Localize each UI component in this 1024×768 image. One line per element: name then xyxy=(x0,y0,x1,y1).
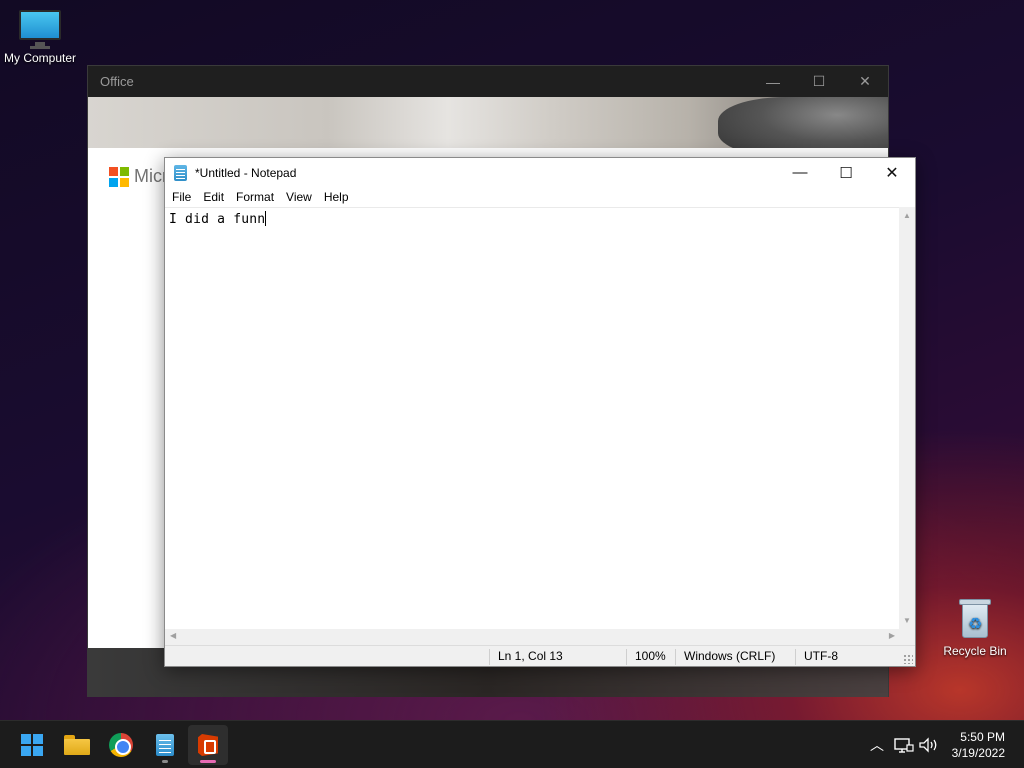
notepad-status-bar: Ln 1, Col 13 100% Windows (CRLF) UTF-8 xyxy=(165,645,915,666)
office-minimize-button[interactable]: — xyxy=(750,66,796,97)
system-clock[interactable]: 5:50 PM 3/19/2022 xyxy=(952,729,1005,761)
status-cursor-position: Ln 1, Col 13 xyxy=(489,649,563,665)
chevron-up-icon[interactable]: ︿ xyxy=(866,735,888,755)
running-indicator xyxy=(162,760,168,763)
menu-view[interactable]: View xyxy=(280,187,318,207)
status-zoom: 100% xyxy=(626,649,666,665)
scrollbar-corner xyxy=(899,629,915,645)
clock-time: 5:50 PM xyxy=(960,730,1005,744)
clock-date: 3/19/2022 xyxy=(951,746,1005,760)
notepad-window[interactable]: *Untitled - Notepad — ☐ ✕ File Edit Form… xyxy=(164,157,916,667)
notepad-menu-bar: File Edit Format View Help xyxy=(165,187,915,207)
office-window-title: Office xyxy=(100,74,134,89)
vertical-scrollbar[interactable]: ▲ ▼ xyxy=(899,207,915,629)
notepad-title-bar[interactable]: *Untitled - Notepad — ☐ ✕ xyxy=(165,158,915,187)
menu-format[interactable]: Format xyxy=(230,187,280,207)
taskbar-notepad[interactable] xyxy=(145,725,185,765)
office-icon xyxy=(198,734,218,756)
taskbar: ︿ 5:50 PM 3/19/2022 xyxy=(0,720,1024,768)
notepad-app-icon xyxy=(174,164,187,181)
volume-icon[interactable] xyxy=(918,736,940,754)
scroll-right-arrow-icon[interactable]: ▶ xyxy=(889,631,895,640)
desktop-icon-label: My Computer xyxy=(3,51,77,65)
desktop-icon-recycle-bin[interactable]: ♻ Recycle Bin xyxy=(935,598,1015,658)
notepad-close-button[interactable]: ✕ xyxy=(869,158,915,187)
desktop-icon-label: Recycle Bin xyxy=(943,644,1007,658)
status-line-ending: Windows (CRLF) xyxy=(675,649,775,665)
notepad-minimize-button[interactable]: — xyxy=(777,158,823,187)
network-icon[interactable] xyxy=(892,736,914,754)
windows-start-icon xyxy=(21,734,43,756)
taskbar-file-explorer[interactable] xyxy=(57,725,97,765)
scroll-left-arrow-icon[interactable]: ◀ xyxy=(170,631,176,640)
office-maximize-button[interactable]: ☐ xyxy=(796,66,842,97)
notepad-text-content: I did a funn xyxy=(169,212,266,227)
menu-help[interactable]: Help xyxy=(318,187,355,207)
resize-grip-icon[interactable] xyxy=(903,654,913,664)
scroll-up-arrow-icon[interactable]: ▲ xyxy=(899,211,915,220)
notepad-icon xyxy=(156,734,174,756)
horizontal-scrollbar[interactable]: ◀ ▶ xyxy=(165,629,900,645)
microsoft-logo-icon xyxy=(109,167,129,187)
system-tray: ︿ xyxy=(866,721,940,768)
notepad-text-area[interactable]: I did a funn xyxy=(165,207,900,629)
microsoft-brand-text: Micr xyxy=(134,166,168,186)
chrome-icon xyxy=(109,733,133,757)
taskbar-office[interactable] xyxy=(188,725,228,765)
menu-file[interactable]: File xyxy=(166,187,197,207)
start-button[interactable] xyxy=(12,725,52,765)
active-indicator xyxy=(200,760,216,763)
status-encoding: UTF-8 xyxy=(795,649,838,665)
text-caret xyxy=(265,211,267,226)
office-close-button[interactable]: ✕ xyxy=(842,66,888,97)
taskbar-chrome[interactable] xyxy=(101,725,141,765)
notepad-maximize-button[interactable]: ☐ xyxy=(823,158,869,187)
menu-edit[interactable]: Edit xyxy=(197,187,230,207)
computer-icon xyxy=(19,10,61,48)
scroll-down-arrow-icon[interactable]: ▼ xyxy=(899,616,915,625)
notepad-window-title: *Untitled - Notepad xyxy=(195,165,297,180)
recycle-bin-icon: ♻ xyxy=(958,598,992,638)
desktop-icon-my-computer[interactable]: My Computer xyxy=(0,10,80,65)
file-explorer-icon xyxy=(64,735,90,755)
